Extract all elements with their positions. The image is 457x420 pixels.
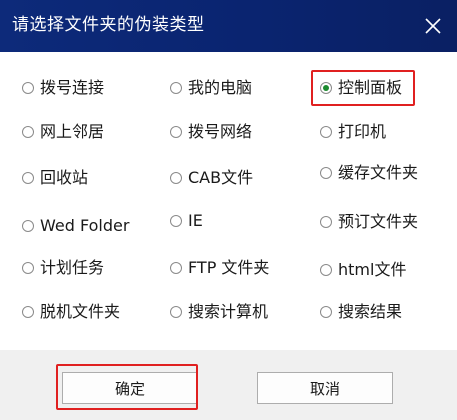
radio-button[interactable] — [22, 172, 34, 184]
radio-button[interactable] — [320, 216, 332, 228]
option-ftp-folder[interactable]: FTP 文件夹 — [170, 256, 269, 280]
radio-button[interactable] — [320, 126, 332, 138]
option-dial-up-network[interactable]: 拨号网络 — [170, 120, 252, 144]
radio-button[interactable] — [22, 126, 34, 138]
option-label: 回收站 — [40, 168, 89, 187]
radio-button[interactable] — [170, 306, 182, 318]
option-cab-file[interactable]: CAB文件 — [170, 166, 253, 190]
option-label: 预订文件夹 — [338, 212, 419, 231]
radio-button[interactable] — [22, 262, 34, 274]
radio-button[interactable] — [170, 262, 182, 274]
title-bar: 请选择文件夹的伪装类型 — [0, 0, 457, 52]
option-label: 搜索结果 — [338, 302, 403, 321]
option-label: 脱机文件夹 — [40, 302, 121, 321]
option-label: 缓存文件夹 — [338, 163, 419, 182]
option-web-folder[interactable]: Wed Folder — [22, 214, 129, 238]
option-search-results[interactable]: 搜索结果 — [320, 300, 402, 324]
options-group: 拨号连接 我的电脑 控制面板 网上邻居 拨号网络 打印机 回收站 CAB文件 缓… — [0, 52, 457, 350]
option-subscription-folder[interactable]: 预订文件夹 — [320, 210, 418, 234]
option-label: 搜索计算机 — [188, 302, 269, 321]
option-search-computer[interactable]: 搜索计算机 — [170, 300, 268, 324]
option-control-panel[interactable]: 控制面板 — [320, 76, 402, 100]
radio-button[interactable] — [170, 126, 182, 138]
radio-button[interactable] — [170, 82, 182, 94]
disguise-type-dialog: 请选择文件夹的伪装类型 拨号连接 我的电脑 控制面板 网上邻居 拨号网络 打印机… — [0, 0, 457, 420]
option-label: 我的电脑 — [188, 78, 253, 97]
option-label: 计划任务 — [40, 258, 105, 277]
option-label: 网上邻居 — [40, 122, 105, 141]
radio-button-selected[interactable] — [320, 82, 332, 94]
radio-button[interactable] — [170, 172, 182, 184]
option-ie[interactable]: IE — [170, 209, 203, 233]
option-cache-folder[interactable]: 缓存文件夹 — [320, 161, 418, 185]
option-label: CAB文件 — [188, 168, 254, 187]
close-button[interactable] — [421, 14, 445, 38]
option-scheduled-tasks[interactable]: 计划任务 — [22, 256, 104, 280]
option-printer[interactable]: 打印机 — [320, 120, 386, 144]
option-recycle-bin[interactable]: 回收站 — [22, 166, 88, 190]
option-offline-folder[interactable]: 脱机文件夹 — [22, 300, 120, 324]
close-icon — [425, 18, 441, 34]
option-my-computer[interactable]: 我的电脑 — [170, 76, 252, 100]
option-label: IE — [188, 211, 203, 230]
option-dial-up-connection[interactable]: 拨号连接 — [22, 76, 104, 100]
option-label: html文件 — [338, 260, 407, 279]
option-label: 拨号连接 — [40, 78, 105, 97]
radio-button[interactable] — [22, 82, 34, 94]
radio-button[interactable] — [320, 264, 332, 276]
option-label: 拨号网络 — [188, 122, 253, 141]
option-network-neighborhood[interactable]: 网上邻居 — [22, 120, 104, 144]
option-label: 打印机 — [338, 122, 387, 141]
cancel-button[interactable]: 取消 — [257, 372, 393, 404]
radio-button[interactable] — [320, 167, 332, 179]
option-label: FTP 文件夹 — [188, 258, 270, 277]
option-html-file[interactable]: html文件 — [320, 258, 406, 282]
ok-button[interactable]: 确定 — [62, 372, 198, 404]
radio-button[interactable] — [320, 306, 332, 318]
option-label: 控制面板 — [338, 78, 403, 97]
option-label: Wed Folder — [40, 216, 130, 235]
dialog-title: 请选择文件夹的伪装类型 — [12, 15, 205, 35]
radio-button[interactable] — [170, 215, 182, 227]
radio-button[interactable] — [22, 306, 34, 318]
radio-button[interactable] — [22, 220, 34, 232]
